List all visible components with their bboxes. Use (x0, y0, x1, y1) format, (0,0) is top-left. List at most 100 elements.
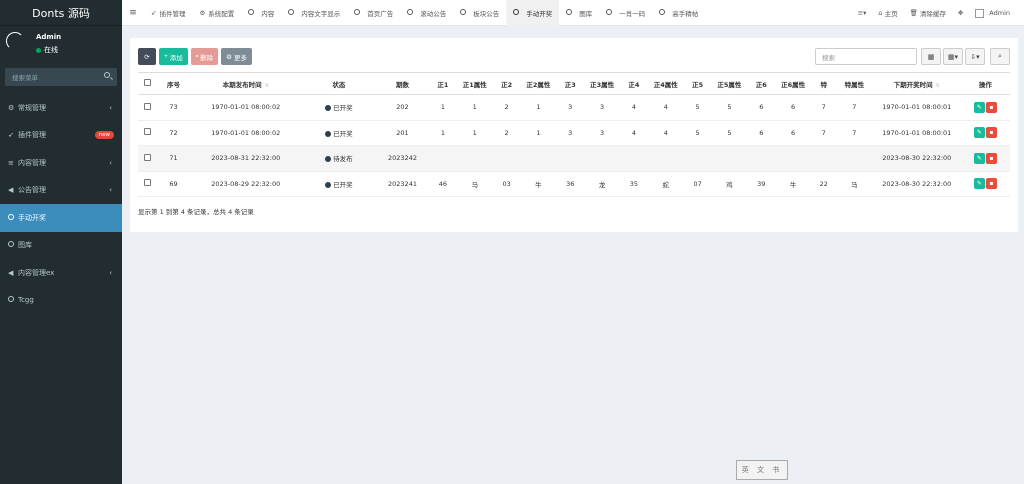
tab-label: 系统配置 (208, 9, 235, 18)
refresh-button[interactable]: ⟳ (138, 48, 156, 65)
tab-0[interactable]: ➶ 插件管理 (144, 0, 192, 26)
sidebar-item-label: 常规管理 (18, 103, 46, 112)
cell-value: 3 (568, 128, 573, 137)
tab-7[interactable]: 手动开奖 (506, 0, 560, 26)
more-button[interactable]: ⚙ 更多 (221, 48, 252, 65)
column-header[interactable]: 正6 (747, 72, 775, 95)
column-header[interactable]: 正2属性 (520, 72, 557, 95)
column-header[interactable]: 正1属性 (456, 72, 494, 95)
table-cell (684, 145, 712, 172)
sidebar-search-placeholder: 搜索菜单 (12, 74, 38, 82)
delete-icon[interactable]: ▪ (985, 101, 997, 113)
table-cell: 鸡 (711, 171, 748, 197)
tab-1[interactable]: ⚙ 系统配置 (192, 0, 241, 26)
admin-menu[interactable]: Admin (969, 8, 1024, 18)
column-header[interactable]: 期数 (375, 72, 430, 95)
column-header[interactable]: 正3属性 (583, 72, 621, 95)
table-cell: 35 (620, 171, 648, 197)
select-all-checkbox[interactable] (144, 79, 152, 86)
column-header[interactable]: 正5 (684, 72, 712, 95)
row-select-cell (138, 145, 158, 172)
sort-icon[interactable]: ⇅ (936, 83, 940, 89)
sidebar-item-5[interactable]: 图库 (0, 232, 122, 260)
list-dropdown-button[interactable]: ≡▾ (852, 9, 873, 17)
column-header[interactable]: 本期发布时间 ⇅ (189, 72, 303, 95)
circle-icon (8, 296, 18, 304)
chevron-left-icon: ‹ (109, 158, 112, 167)
list-icon: ≡▾ (857, 9, 867, 17)
cell-value: 03 (502, 179, 511, 188)
edit-icon[interactable]: ✎ (973, 101, 985, 113)
clear-cache-button[interactable]: 🗑 清除缓存 (904, 8, 952, 18)
column-header[interactable]: 状态 (302, 72, 376, 95)
row-checkbox[interactable] (144, 128, 152, 136)
delete-icon[interactable]: ▪ (985, 178, 997, 190)
column-header[interactable]: 正1 (429, 72, 457, 95)
table-cell (747, 145, 775, 172)
cell-value: 6 (759, 103, 764, 112)
delete-button[interactable]: ▪ 删除 (190, 48, 219, 65)
select-all-cell (138, 72, 158, 95)
sidebar-item-4[interactable]: 手动开奖 (0, 204, 122, 232)
column-header[interactable]: 正4属性 (647, 72, 685, 95)
sidebar-item-6[interactable]: ◀ 内容管理ex ‹ (0, 259, 122, 287)
column-header[interactable]: 特 (811, 72, 836, 95)
tab-5[interactable]: 滚动公告 (400, 0, 453, 26)
column-header[interactable]: 特属性 (835, 72, 873, 95)
sidebar-item-3[interactable]: ◀ 公告管理 ‹ (0, 177, 122, 205)
table-cell: 牛 (774, 171, 812, 197)
status-label: 已开奖 (333, 180, 353, 189)
menu-toggle-icon[interactable]: ≡ (122, 8, 144, 18)
sidebar-item-1[interactable]: ➶ 插件管理 new (0, 122, 122, 150)
search-icon[interactable] (104, 72, 110, 78)
sidebar-item-7[interactable]: Tcgg (0, 287, 122, 315)
sort-icon[interactable]: ⇅ (265, 83, 269, 89)
column-header[interactable]: 正4 (620, 72, 648, 95)
table-cell: 已开奖 (302, 171, 376, 197)
cell-value: 3 (568, 103, 573, 112)
sidebar-item-2[interactable]: ≡ 内容管理 ‹ (0, 149, 122, 177)
tab-3[interactable]: 内容文字显示 (281, 0, 347, 26)
table-row[interactable]: 73 1970-01-01 08:00:02 已开奖 202 1 1 2 1 3 3 4 4 5 5 6 6 7… (138, 94, 1010, 121)
toggle-view-button[interactable]: ▦ (921, 48, 941, 65)
brand-logo[interactable]: Donts 源码 (0, 0, 122, 26)
sidebar-search-input[interactable]: 搜索菜单 (5, 68, 117, 86)
column-header[interactable]: 下期开奖时间 ⇅ (872, 72, 961, 95)
tab-2[interactable]: 内容 (241, 0, 281, 26)
advanced-search-button[interactable]: ⌕ (990, 48, 1010, 65)
tab-6[interactable]: 板块公告 (453, 0, 506, 26)
fullscreen-button[interactable]: ✥ (952, 9, 969, 17)
sidebar-item-0[interactable]: ⚙ 常规管理 ‹ (0, 94, 122, 122)
table-cell: 2023241 (375, 171, 430, 197)
column-header[interactable]: 正3 (556, 72, 584, 95)
search-input[interactable]: 搜索 (815, 48, 917, 65)
tab-label: 手动开奖 (526, 9, 553, 18)
tab-10[interactable]: 高手精帖 (652, 0, 705, 26)
tab-9[interactable]: 一肖一码 (599, 0, 652, 26)
table-row[interactable]: 71 2023-08-31 22:32:00 待发布 2023242 2023-08-3… (138, 145, 1010, 172)
column-header[interactable]: 正6属性 (774, 72, 812, 95)
edit-icon[interactable]: ✎ (973, 127, 985, 139)
export-button[interactable]: ⇩▾ (965, 48, 985, 65)
table-row[interactable]: 72 1970-01-01 08:00:02 已开奖 201 1 1 2 1 3 3 4 4 5 5 6 6 7… (138, 120, 1010, 146)
cell-value: 1970-01-01 08:00:01 (882, 103, 952, 112)
tab-4[interactable]: 首页广告 (347, 0, 400, 26)
edit-icon[interactable]: ✎ (973, 152, 985, 164)
top-nav: ≡ ➶ 插件管理 ⚙ 系统配置 内容 内容文字显示 首页广告 滚动公告 板块公告 手动开奖 图库 一肖… (122, 0, 1024, 26)
table-row[interactable]: 69 2023-08-29 22:32:00 已开奖 2023241 46 马 03 牛 36 龙… (138, 171, 1010, 197)
column-header[interactable]: 正5属性 (711, 72, 748, 95)
edit-icon[interactable]: ✎ (973, 178, 985, 190)
row-checkbox[interactable] (144, 153, 152, 161)
delete-icon[interactable]: ▪ (985, 152, 997, 164)
delete-icon[interactable]: ▪ (985, 127, 997, 139)
column-header[interactable]: 序号 (157, 72, 190, 95)
add-button[interactable]: + 添加 (159, 48, 188, 65)
column-header[interactable]: 正2 (493, 72, 521, 95)
row-checkbox[interactable] (144, 179, 152, 187)
cell-value: 龙 (598, 180, 606, 189)
columns-button[interactable]: ▦▾ (943, 48, 963, 65)
home-link[interactable]: ⌂ 主页 (872, 8, 903, 18)
tab-8[interactable]: 图库 (559, 0, 599, 26)
column-header[interactable]: 操作 (960, 72, 1010, 95)
row-checkbox[interactable] (144, 102, 152, 110)
